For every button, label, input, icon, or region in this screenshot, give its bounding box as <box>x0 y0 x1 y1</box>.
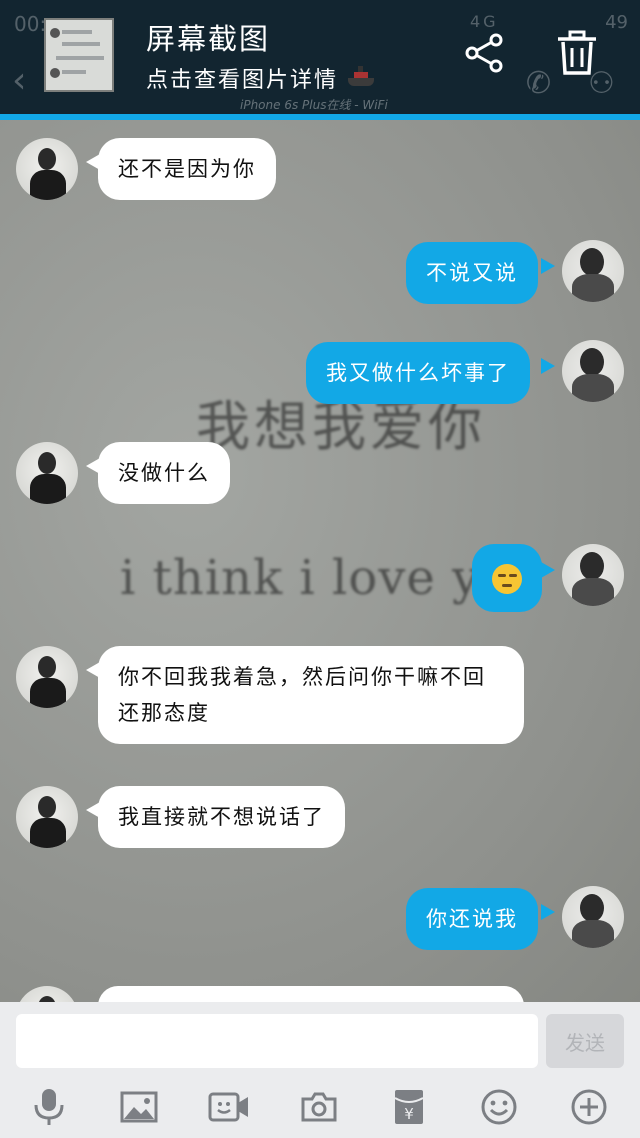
more-button[interactable] <box>566 1084 612 1130</box>
trash-icon <box>558 30 596 75</box>
back-arrow-icon: ‹ <box>12 60 27 101</box>
share-button[interactable] <box>462 30 508 76</box>
message-input[interactable] <box>16 1014 538 1068</box>
svg-text:¥: ¥ <box>404 1105 414 1123</box>
signal-indicator: 4G <box>470 12 499 31</box>
online-status: iPhone 6s Plus在线 - WiFi <box>240 98 388 112</box>
screenshot-notification-banner[interactable]: 00: 4G 49 ‹ ✆ ⚇ iPhone 6s Plus在线 - WiFi … <box>0 0 640 114</box>
bubble-tail <box>541 258 555 274</box>
notification-title: 屏幕截图 <box>146 22 271 56</box>
message-bubble-incoming[interactable]: 没做什么 <box>98 442 230 504</box>
contact-avatar[interactable] <box>16 986 78 1002</box>
screenshot-thumbnail[interactable] <box>44 18 114 92</box>
video-call-button[interactable] <box>206 1084 252 1130</box>
my-avatar[interactable] <box>562 340 624 402</box>
my-avatar[interactable] <box>562 240 624 302</box>
my-avatar[interactable] <box>562 886 624 948</box>
camera-icon <box>301 1092 337 1122</box>
battery-level: 49 <box>605 12 628 33</box>
image-icon <box>120 1091 158 1123</box>
chat-area[interactable]: 我想我爱你 i think i love you 还不是因为你 不说又说 我又做… <box>0 120 640 1002</box>
ship-emoji-icon <box>348 66 374 86</box>
contact-avatar[interactable] <box>16 646 78 708</box>
message-bubble-outgoing[interactable] <box>472 544 542 612</box>
camera-button[interactable] <box>296 1084 342 1130</box>
message-bubble-outgoing[interactable]: 你还说我 <box>406 888 538 950</box>
input-bar: 发送 ¥ <box>0 1002 640 1138</box>
message-bubble-incoming[interactable]: 你不回我我着急，然后问你干嘛不回还那态度 <box>98 646 524 744</box>
message-bubble-outgoing[interactable]: 不说又说 <box>406 242 538 304</box>
status-time: 00: <box>14 12 47 36</box>
contact-avatar[interactable] <box>16 442 78 504</box>
image-button[interactable] <box>116 1084 162 1130</box>
bubble-tail <box>541 904 555 920</box>
notification-subtitle: 点击查看图片详情 <box>146 68 339 93</box>
plus-icon <box>571 1089 607 1125</box>
send-button[interactable]: 发送 <box>546 1014 624 1068</box>
message-bubble-incoming[interactable]: 还不是因为你 <box>98 138 276 200</box>
voice-button[interactable] <box>26 1084 72 1130</box>
message-bubble-outgoing[interactable]: 我又做什么坏事了 <box>306 342 530 404</box>
microphone-icon <box>34 1089 64 1125</box>
bubble-tail <box>541 358 555 374</box>
unamused-face-icon <box>492 564 522 594</box>
emoji-button[interactable] <box>476 1084 522 1130</box>
share-icon <box>465 33 503 73</box>
message-bubble-incoming[interactable]: 我直接就不想说话了 <box>98 786 345 848</box>
emoji-icon <box>481 1089 517 1125</box>
video-call-icon <box>208 1092 248 1122</box>
delete-button[interactable] <box>554 28 600 78</box>
red-packet-button[interactable]: ¥ <box>386 1084 432 1130</box>
contact-avatar[interactable] <box>16 138 78 200</box>
phone-icon: ✆ <box>526 66 552 101</box>
message-bubble-incoming[interactable] <box>98 986 524 1002</box>
contact-avatar[interactable] <box>16 786 78 848</box>
my-avatar[interactable] <box>562 544 624 606</box>
red-packet-icon: ¥ <box>394 1090 424 1124</box>
bubble-tail <box>541 562 555 578</box>
